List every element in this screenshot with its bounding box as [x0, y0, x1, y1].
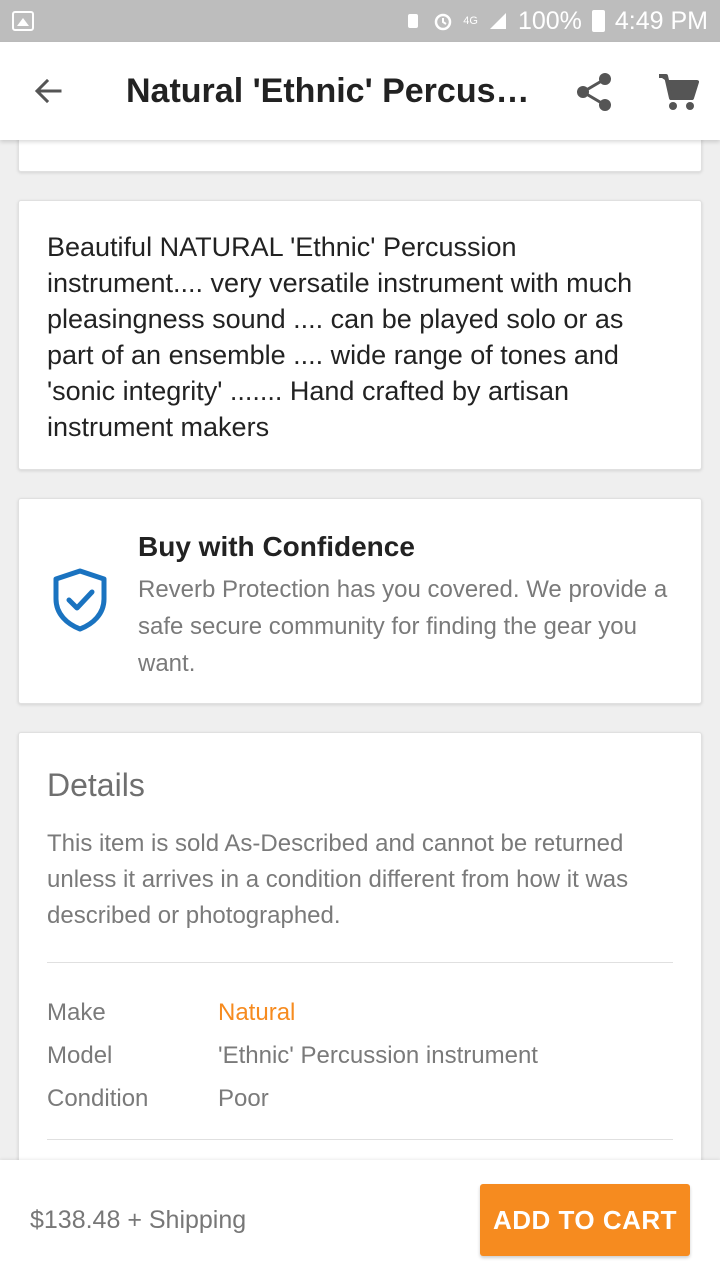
battery-icon [591, 10, 605, 32]
previous-card [18, 140, 702, 172]
scroll-content[interactable]: Beautiful NATURAL 'Ethnic' Percussion in… [0, 140, 720, 1160]
status-right: 4G 100% 4:49 PM [403, 7, 708, 36]
confidence-text: Buy with Confidence Reverb Protection ha… [138, 531, 678, 682]
back-button[interactable] [0, 42, 96, 140]
page-title: Natural 'Ethnic' Percussion instrument [126, 71, 546, 110]
alarm-icon [435, 13, 452, 31]
cart-icon[interactable] [656, 70, 700, 114]
spec-row-condition: Condition Poor [47, 1077, 673, 1120]
details-body: This item is sold As-Described and canno… [47, 830, 629, 929]
spec-key: Model [47, 1042, 113, 1069]
spec-row-model: Model 'Ethnic' Percussion instrument [47, 1034, 673, 1077]
details-heading: Details [47, 767, 145, 803]
confidence-title: Buy with Confidence [138, 531, 415, 562]
share-icon[interactable] [572, 70, 616, 114]
spec-row-make: Make Natural [47, 991, 673, 1034]
app-bar: Natural 'Ethnic' Percussion instrument [0, 42, 720, 140]
gallery-notification-icon [12, 11, 34, 31]
status-bar: 4G 100% 4:49 PM [0, 0, 720, 42]
description-card: Beautiful NATURAL 'Ethnic' Percussion in… [18, 200, 702, 470]
battery-percent: 100% [517, 6, 582, 35]
divider [47, 962, 673, 963]
arrow-back-icon [34, 78, 62, 104]
network-label: 4G [463, 15, 478, 27]
description-text: Beautiful NATURAL 'Ethnic' Percussion in… [47, 232, 633, 442]
shield-check-icon [53, 568, 107, 632]
confidence-card: Buy with Confidence Reverb Protection ha… [18, 498, 702, 704]
clock: 4:49 PM [614, 6, 708, 35]
details-card: Details This item is sold As-Described a… [18, 732, 702, 1160]
signal-icon [489, 13, 506, 29]
spec-key: Make [47, 999, 106, 1026]
divider [47, 1139, 673, 1140]
spec-key: Condition [47, 1085, 149, 1112]
confidence-body: Reverb Protection has you covered. We pr… [138, 576, 668, 677]
spec-value: Poor [218, 1085, 269, 1112]
spec-value: 'Ethnic' Percussion instrument [218, 1042, 538, 1069]
vibrate-icon [408, 14, 419, 28]
make-link[interactable]: Natural [218, 991, 295, 1034]
price-label: $138.48 + Shipping [30, 1205, 247, 1234]
add-to-cart-button[interactable]: ADD TO CART [480, 1184, 690, 1256]
bottom-bar: $138.48 + Shipping ADD TO CART [0, 1160, 720, 1280]
